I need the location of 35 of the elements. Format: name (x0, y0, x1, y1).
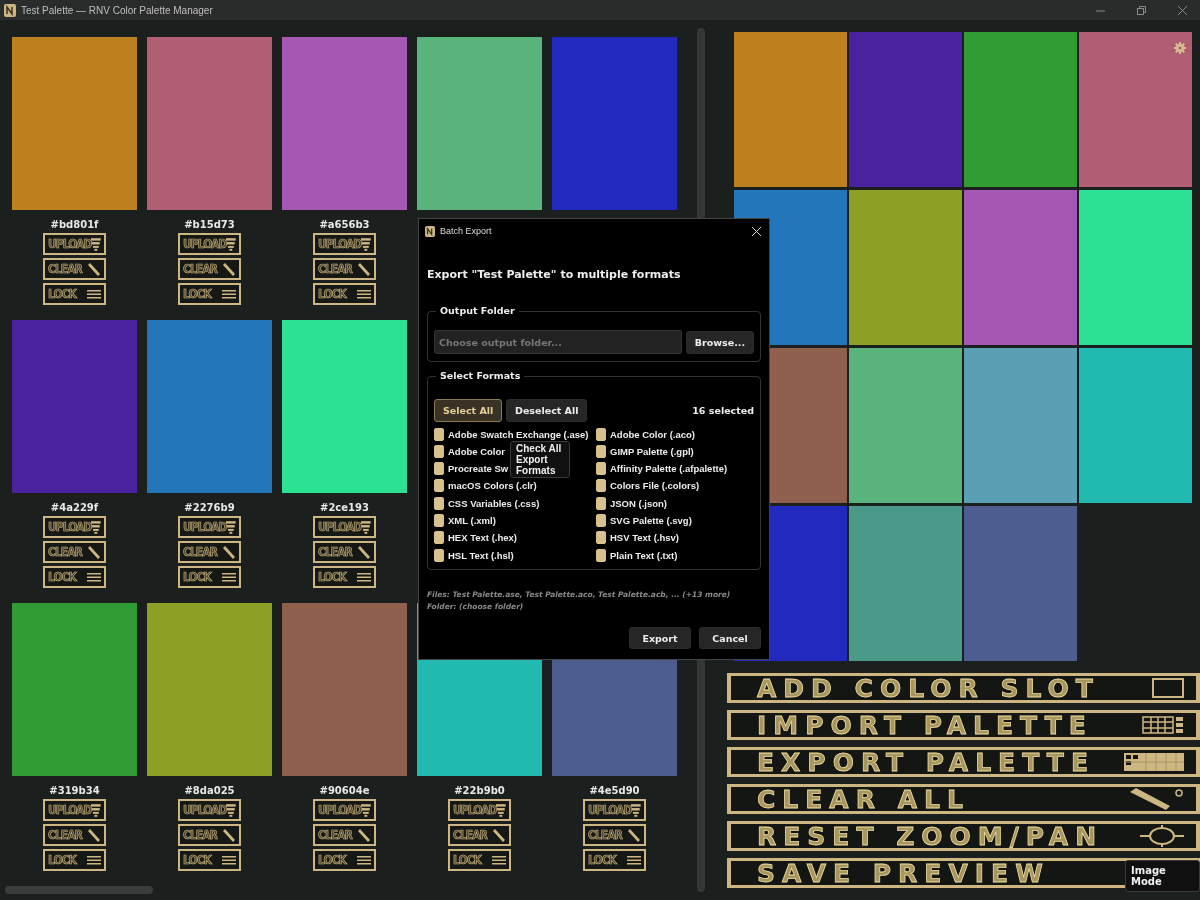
group-title: Output Folder (436, 305, 519, 316)
hex-label: #a656b3 (319, 219, 370, 230)
tooltip: Image Mode (1125, 860, 1200, 892)
window-title: Test Palette — RNV Color Palette Manager (21, 4, 214, 16)
tooltip: Check All Export Formats (510, 441, 570, 478)
selected-count: 16 selected (692, 405, 754, 416)
format-label: HSV Text (.hsv) (610, 532, 679, 544)
hex-label: #22b9b0 (454, 785, 505, 796)
hex-label: #bd801f (50, 219, 99, 230)
format-label: macOS Colors (.clr) (448, 480, 537, 492)
hex-label: #b15d73 (184, 219, 235, 230)
format-label: GIMP Palette (.gpl) (610, 445, 694, 457)
group-title: Select Formats (436, 370, 525, 381)
dialog-title: Batch Export (440, 226, 493, 236)
format-label: Colors File (.colors) (610, 480, 700, 492)
hex-label: #319b34 (49, 785, 100, 796)
hex-label: #8da025 (184, 785, 235, 796)
format-label: JSON (.json) (610, 497, 667, 509)
format-label: XML (.xml) (448, 515, 496, 526)
format-label: Affinity Palette (.afpalette) (610, 463, 728, 475)
hex-label: #2ce193 (320, 502, 369, 513)
format-label: CSS Variables (.css) (448, 497, 540, 509)
format-label: HSL Text (.hsl) (448, 549, 514, 561)
format-label: Adobe Swatch Exchange (.ase) (448, 428, 589, 440)
dialog-heading: Export "Test Palette" to multiple formats (427, 268, 682, 281)
hex-label: #4a229f (50, 502, 99, 513)
format-label: Procreate Sw (448, 463, 509, 475)
format-label: SVG Palette (.svg) (610, 515, 692, 526)
format-label: HEX Text (.hex) (448, 532, 517, 544)
hex-label: #4e5d90 (589, 785, 640, 796)
hex-label: #90604e (319, 785, 370, 796)
format-label: Adobe Color (448, 445, 505, 457)
format-label: Plain Text (.txt) (610, 549, 678, 561)
hex-label: #2276b9 (184, 502, 235, 513)
format-label: Adobe Color (.aco) (610, 428, 695, 440)
